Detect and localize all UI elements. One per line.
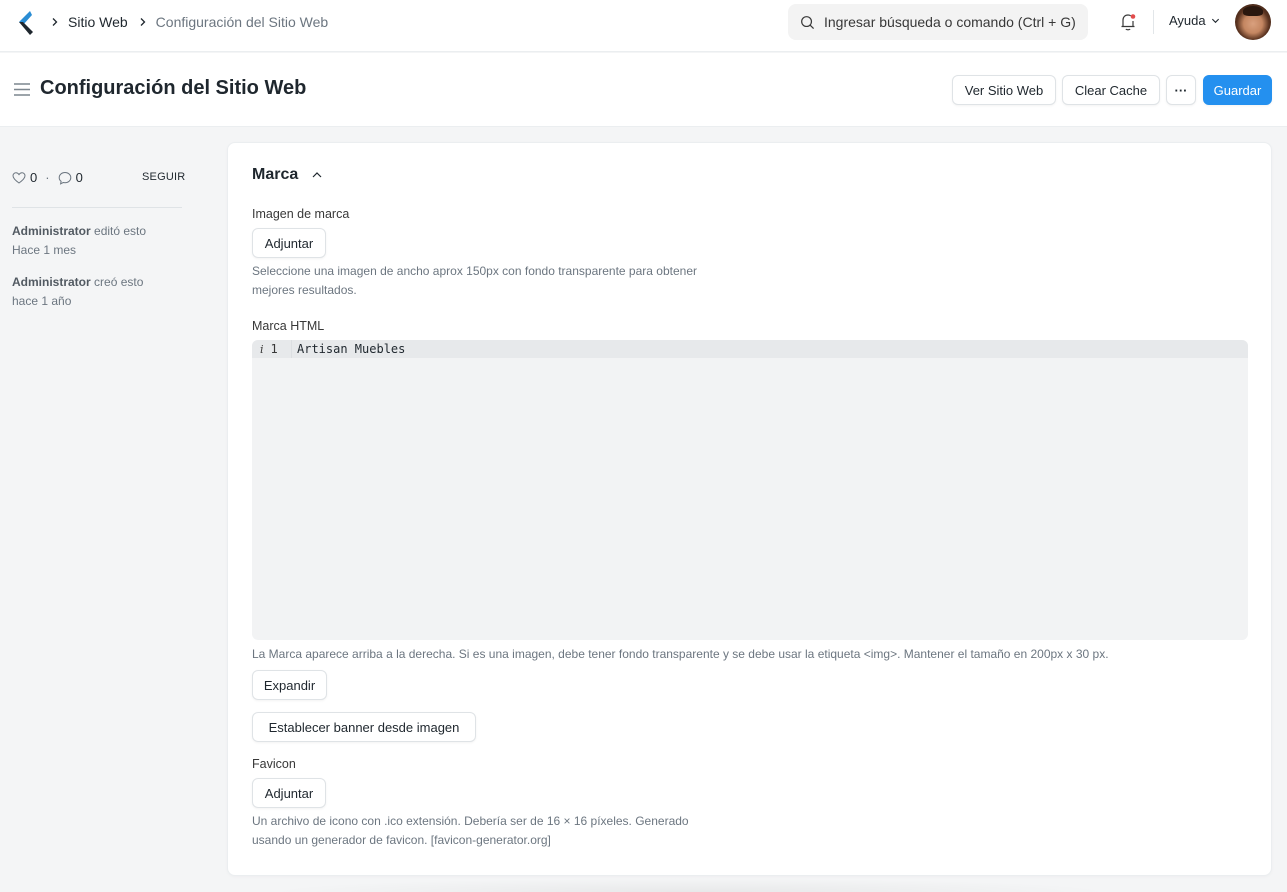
like-count: 0 <box>30 170 38 185</box>
activity-item: Administrator editó esto Hace 1 mes <box>12 222 146 260</box>
separator-dot: · <box>45 170 50 185</box>
chevron-up-icon <box>312 172 322 178</box>
clear-cache-button[interactable]: Clear Cache <box>1062 75 1160 105</box>
brand-html-code-editor[interactable]: i 1 Artisan Muebles <box>252 340 1248 640</box>
activity-action: creó esto <box>94 275 144 289</box>
search-input[interactable]: Ingresar búsqueda o comando (Ctrl + G) <box>788 4 1088 40</box>
brand-image-description: Seleccione una imagen de ancho aprox 150… <box>252 262 697 300</box>
favicon-label: Favicon <box>252 757 296 771</box>
activity-time: hace 1 año <box>12 294 72 308</box>
navbar: Sitio Web Configuración del Sitio Web In… <box>0 0 1287 52</box>
brand-image-attach-button[interactable]: Adjuntar <box>252 228 326 258</box>
expand-button[interactable]: Expandir <box>252 670 327 700</box>
chevron-right-icon <box>50 17 60 27</box>
help-label: Ayuda <box>1169 13 1206 28</box>
line-number: 1 <box>270 342 278 356</box>
activity-action: editó esto <box>94 224 147 238</box>
comment-icon[interactable] <box>58 171 72 185</box>
view-site-button[interactable]: Ver Sitio Web <box>952 75 1056 105</box>
more-actions-button[interactable]: ··· <box>1166 75 1196 105</box>
app-logo-icon[interactable] <box>16 10 34 36</box>
code-gutter: i 1 <box>252 340 292 358</box>
description-line: mejores resultados. <box>252 283 357 297</box>
brand-html-label: Marca HTML <box>252 319 325 333</box>
activity-user[interactable]: Administrator <box>12 224 91 238</box>
breadcrumb: Sitio Web Configuración del Sitio Web <box>50 0 338 44</box>
save-button[interactable]: Guardar <box>1203 75 1272 105</box>
code-content[interactable]: Artisan Muebles <box>292 342 405 356</box>
comment-count: 0 <box>75 170 83 185</box>
likes-comments: 0 · 0 <box>12 170 83 185</box>
breadcrumb-current[interactable]: Configuración del Sitio Web <box>156 14 329 30</box>
search-placeholder: Ingresar búsqueda o comando (Ctrl + G) <box>824 14 1076 30</box>
sidebar-divider <box>12 207 182 208</box>
navbar-divider <box>1153 10 1154 34</box>
help-dropdown[interactable]: Ayuda <box>1169 13 1220 28</box>
favicon-attach-button[interactable]: Adjuntar <box>252 778 326 808</box>
chevron-right-icon <box>138 17 148 27</box>
description-line: usando un generador de favicon. [favicon… <box>252 833 551 847</box>
chevron-down-icon <box>1211 18 1219 24</box>
page-header: Configuración del Sitio Web Ver Sitio We… <box>0 53 1287 127</box>
card-shadow <box>260 878 1120 892</box>
heart-icon[interactable] <box>12 171 26 185</box>
set-banner-from-image-button[interactable]: Establecer banner desde imagen <box>252 712 476 742</box>
favicon-description: Un archivo de icono con .ico extensión. … <box>252 812 689 850</box>
info-icon: i <box>260 342 264 356</box>
brand-html-description: La Marca aparece arriba a la derecha. Si… <box>252 647 1109 661</box>
section-header-marca[interactable]: Marca <box>252 166 323 184</box>
description-line: Un archivo de icono con .ico extensión. … <box>252 814 689 828</box>
brand-image-label: Imagen de marca <box>252 207 350 221</box>
form-card: Marca Imagen de marca Adjuntar Seleccion… <box>227 142 1272 876</box>
code-line: i 1 Artisan Muebles <box>252 340 1248 358</box>
notification-bell-icon[interactable] <box>1119 12 1137 32</box>
follow-button[interactable]: SEGUIR <box>142 171 185 183</box>
activity-item: Administrator creó esto hace 1 año <box>12 273 143 311</box>
search-icon <box>801 15 815 29</box>
sidebar-toggle-icon[interactable] <box>14 83 30 96</box>
activity-user[interactable]: Administrator <box>12 275 91 289</box>
page-title: Configuración del Sitio Web <box>40 77 307 99</box>
section-title: Marca <box>252 166 299 183</box>
description-line: Seleccione una imagen de ancho aprox 150… <box>252 264 697 278</box>
activity-time: Hace 1 mes <box>12 243 77 257</box>
user-avatar[interactable] <box>1235 4 1271 40</box>
breadcrumb-sitio-web[interactable]: Sitio Web <box>68 14 128 30</box>
